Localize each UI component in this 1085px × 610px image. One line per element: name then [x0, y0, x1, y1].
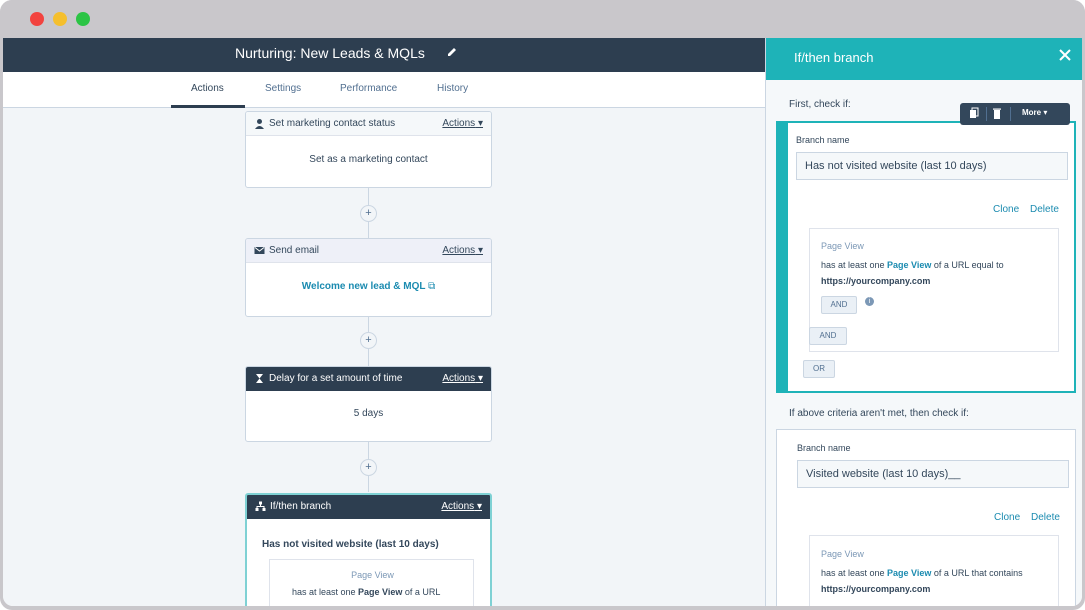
browser-window: Nurturing: New Leads & MQLs Actions Sett… [0, 0, 1085, 610]
branch-name: Has not visited website (last 10 days) [262, 539, 439, 550]
branch-name-input[interactable]: Has not visited website (last 10 days) [796, 152, 1068, 180]
card-title: Send email [269, 245, 320, 256]
workflow-tabs: Actions Settings Performance History [3, 72, 765, 108]
filter-text: has at least one [292, 587, 359, 597]
delete-link[interactable]: Delete [1031, 512, 1060, 523]
filter-type: Page View [821, 549, 864, 559]
branch-editor-2[interactable]: Branch name Visited website (last 10 day… [776, 429, 1076, 606]
action-card-send-email[interactable]: Send email Actions ▾ Welcome new lead & … [245, 238, 492, 317]
card-header: Send email Actions ▾ [246, 239, 491, 263]
info-icon: i [865, 297, 874, 306]
workflow-title[interactable]: Nurturing: New Leads & MQLs [235, 45, 425, 61]
filter-description: has at least one Page View of a URL [292, 587, 440, 597]
panel-title: If/then branch [794, 50, 874, 65]
filter-text: of a URL [402, 587, 441, 597]
card-header: Delay for a set amount of time Actions ▾ [246, 367, 491, 391]
card-actions-label: Actions [442, 373, 476, 384]
minimize-window-button[interactable] [53, 12, 67, 26]
card-actions-label: Actions [441, 501, 475, 512]
action-card-if-then-branch[interactable]: If/then branch Actions ▾ Has not visited… [245, 493, 492, 606]
branch-settings-panel: If/then branch First, check if: Branch n… [765, 38, 1082, 606]
branch-name-input[interactable]: Visited website (last 10 days)__ [797, 460, 1069, 488]
card-actions-dropdown[interactable]: Actions ▾ [442, 118, 483, 129]
or-button[interactable]: OR [803, 360, 835, 378]
workflow-canvas: + + + Set marketing contact status Actio… [3, 108, 765, 606]
add-action-button[interactable]: + [360, 205, 377, 222]
branch-icon [255, 501, 266, 511]
filter-text: has at least one [821, 260, 888, 270]
close-icon[interactable] [1057, 47, 1073, 63]
filter-description: has at least one Page View of a URL equa… [821, 257, 1051, 289]
branch-name-label: Branch name [797, 443, 851, 453]
card-body-text: Set as a marketing contact [309, 154, 428, 165]
external-link-icon: ⧉ [428, 281, 436, 292]
toolbar-divider [1010, 107, 1011, 121]
card-title: Set marketing contact status [269, 118, 396, 129]
tab-performance[interactable]: Performance [340, 83, 397, 94]
pencil-icon[interactable] [446, 46, 458, 58]
add-action-button[interactable]: + [360, 332, 377, 349]
close-window-button[interactable] [30, 12, 44, 26]
contact-icon [255, 119, 264, 129]
action-card-set-contact-status[interactable]: Set marketing contact status Actions ▾ S… [245, 111, 492, 188]
card-actions-dropdown[interactable]: Actions ▾ [442, 373, 483, 384]
and-button[interactable]: AND [809, 327, 847, 345]
card-actions-dropdown[interactable]: Actions ▾ [441, 501, 482, 512]
panel-header: If/then branch [766, 38, 1082, 80]
clone-link[interactable]: Clone [993, 204, 1019, 215]
filter-url: https://yourcompany.com [821, 584, 931, 594]
filter-text: of a URL that contains [931, 568, 1023, 578]
branch-filter-card: Page View has at least one Page View of … [269, 559, 474, 606]
branch-name-label: Branch name [796, 135, 850, 145]
filter-url: https://yourcompany.com [821, 276, 931, 286]
maximize-window-button[interactable] [76, 12, 90, 26]
card-title: Delay for a set amount of time [269, 373, 403, 384]
branch-editor-1[interactable]: Branch name Has not visited website (las… [776, 121, 1076, 393]
filter-description: has at least one Page View of a URL that… [821, 565, 1055, 597]
card-title: If/then branch [270, 501, 332, 512]
card-header: Set marketing contact status Actions ▾ [246, 112, 491, 136]
filter-type: Page View [821, 241, 864, 251]
copy-icon[interactable] [969, 107, 979, 121]
filter-text: of a URL equal to [931, 260, 1004, 270]
tab-history[interactable]: History [437, 83, 468, 94]
else-check-label: If above criteria aren't met, then check… [789, 408, 969, 419]
delete-link[interactable]: Delete [1030, 204, 1059, 215]
add-action-button[interactable]: + [360, 459, 377, 476]
more-dropdown[interactable]: More ▾ [1022, 108, 1047, 122]
window-titlebar [0, 0, 1085, 38]
branch-toolbar: More ▾ [960, 103, 1070, 125]
email-link[interactable]: Welcome new lead & MQL ⧉ [246, 263, 491, 292]
and-button[interactable]: AND [821, 296, 857, 314]
card-actions-dropdown[interactable]: Actions ▾ [442, 245, 483, 256]
tab-settings[interactable]: Settings [265, 83, 301, 94]
workflow-header: Nurturing: New Leads & MQLs [3, 38, 765, 72]
tab-actions[interactable]: Actions [191, 83, 224, 94]
filter-card[interactable]: Page View has at least one Page View of … [809, 535, 1059, 606]
card-header: If/then branch Actions ▾ [247, 495, 490, 519]
filter-link[interactable]: Page View [887, 568, 931, 578]
email-icon [254, 247, 265, 254]
hourglass-icon [256, 374, 263, 383]
delay-duration: 5 days [353, 408, 384, 419]
filter-text: has at least one [821, 568, 888, 578]
more-label: More [1022, 108, 1042, 117]
card-actions-label: Actions [442, 118, 476, 129]
workflow-app: Nurturing: New Leads & MQLs Actions Sett… [3, 38, 1082, 606]
filter-type: Page View [351, 570, 394, 580]
filter-link[interactable]: Page View [887, 260, 931, 270]
clone-link[interactable]: Clone [994, 512, 1020, 523]
filter-link[interactable]: Page View [358, 587, 402, 597]
trash-icon[interactable] [992, 107, 1002, 121]
action-card-delay[interactable]: Delay for a set amount of time Actions ▾… [245, 366, 492, 442]
card-actions-label: Actions [442, 245, 476, 256]
toolbar-divider [986, 107, 987, 121]
email-name: Welcome new lead & MQL [301, 281, 426, 292]
first-check-label: First, check if: [789, 99, 851, 110]
